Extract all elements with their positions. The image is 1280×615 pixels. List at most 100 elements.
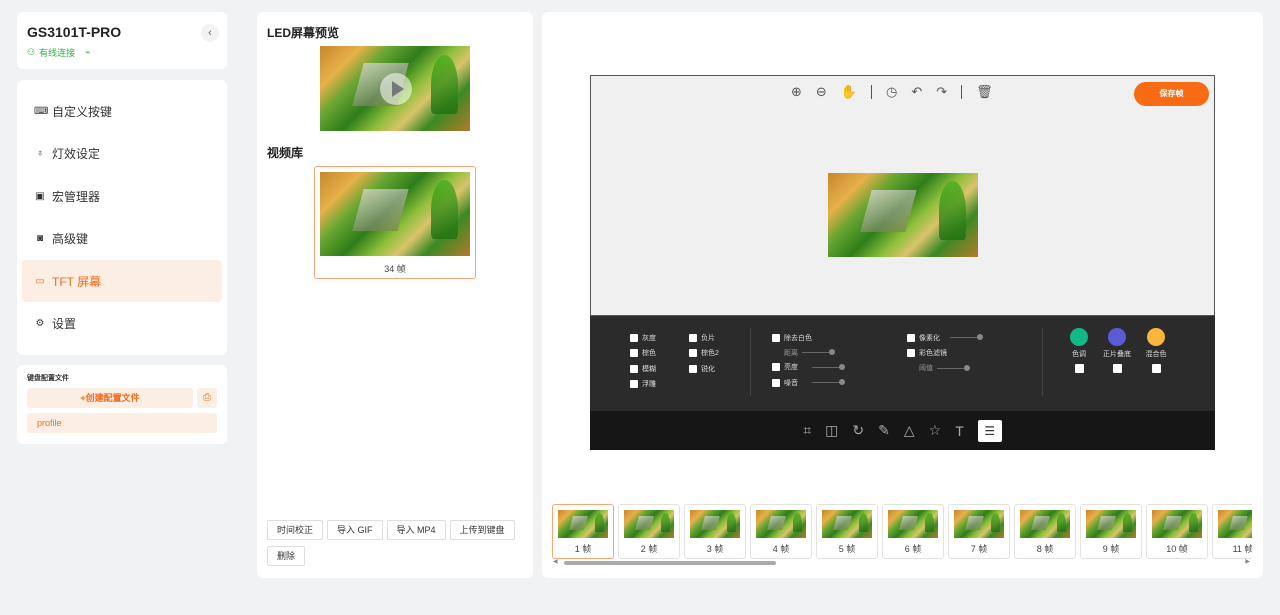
frame-item[interactable]: 1 帧	[552, 504, 614, 559]
zoom-out-icon[interactable]: ⊖	[816, 84, 827, 100]
led-preview-title: LED屏幕预览	[267, 26, 340, 40]
filter-brightness[interactable]: 亮度	[772, 360, 845, 376]
pen-icon[interactable]: ✎	[878, 422, 890, 439]
import-mp4-button[interactable]: 导入 MP4	[386, 520, 446, 540]
filter-sepia[interactable]: 棕色	[630, 346, 656, 362]
play-icon[interactable]	[380, 73, 412, 105]
distance-slider[interactable]: 距离	[772, 346, 842, 360]
sidebar-item-tft-screen[interactable]: ▭ TFT 屏幕	[22, 260, 222, 302]
filter-panel: 灰度 棕色 模糊 浮雕 负片 棕色2 锐化 除去白色 距离 亮度 噪音 像素化 …	[590, 316, 1215, 411]
trash-icon[interactable]: 🗑	[976, 84, 993, 100]
sidebar-item-lighting[interactable]: ♁ 灯效设定	[22, 133, 222, 175]
video-library-item[interactable]: 34 帧	[314, 166, 476, 279]
filter-grayscale[interactable]: 灰度	[630, 330, 656, 346]
canvas-image[interactable]	[828, 173, 978, 257]
profiles-title: 键盘配置文件	[27, 375, 69, 382]
hand-icon[interactable]: ✋	[841, 84, 857, 100]
frame-item[interactable]: 9 帧	[1080, 504, 1142, 559]
star-icon[interactable]: ☆	[929, 422, 942, 439]
filter-column-2: 负片 棕色2 锐化	[689, 330, 719, 377]
undo-icon[interactable]: ↶	[911, 84, 922, 100]
collapse-sidebar-button[interactable]: ‹	[201, 24, 219, 42]
filter-divider	[750, 328, 751, 396]
sidebar-item-advanced-keys[interactable]: ◙ 高级键	[22, 218, 222, 260]
tint-color-swatch[interactable]	[1070, 328, 1088, 346]
sidebar-item-macro[interactable]: ▣ 宏管理器	[22, 175, 222, 217]
mix-checkbox[interactable]	[1151, 364, 1161, 373]
filter-blur[interactable]: 模糊	[630, 361, 656, 377]
video-thumbnail	[320, 172, 470, 256]
toolbar-divider	[961, 85, 963, 99]
zoom-in-icon[interactable]: ⊕	[791, 84, 802, 100]
import-profile-icon[interactable]: ⎙	[197, 388, 217, 408]
blend-multiply[interactable]: 正片叠底	[1102, 328, 1132, 373]
macro-icon: ▣	[35, 190, 45, 202]
mix-color-swatch[interactable]	[1147, 328, 1165, 346]
time-sync-button[interactable]: 时间校正	[267, 520, 324, 540]
frame-item[interactable]: 7 帧	[948, 504, 1010, 559]
advanced-key-icon: ◙	[36, 233, 44, 244]
scroll-left-icon[interactable]: ◀	[553, 558, 558, 565]
frame-item[interactable]: 2 帧	[618, 504, 680, 559]
gear-icon: ⚙	[35, 318, 45, 329]
frame-item[interactable]: 6 帧	[882, 504, 944, 559]
profiles-panel: 键盘配置文件 +创建配置文件 ⎙ profile	[17, 365, 227, 444]
filter-column-4: 像素化 彩色滤镜 阈值	[907, 330, 983, 375]
flip-icon[interactable]: ◫	[825, 422, 838, 439]
filter-adjust-icon[interactable]: ☰	[977, 419, 1002, 442]
multiply-color-swatch[interactable]	[1108, 328, 1126, 346]
filter-pixelate[interactable]: 像素化	[907, 330, 983, 346]
frame-item[interactable]: 10 帧	[1146, 504, 1208, 559]
upload-to-keyboard-button[interactable]: 上传到键盘	[449, 520, 515, 540]
led-preview-image[interactable]	[320, 46, 470, 131]
scroll-thumb[interactable]	[564, 561, 776, 565]
filter-remove-white[interactable]: 除去白色	[772, 330, 842, 346]
sidebar-item-custom-keys[interactable]: ⌨ 自定义按键	[22, 90, 222, 132]
profile-item[interactable]: profile	[27, 413, 217, 433]
sidebar-item-label: 自定义按键	[52, 104, 113, 119]
delete-button[interactable]: 删除	[267, 546, 306, 566]
frame-strip-scrollbar[interactable]: ◀ ▶	[552, 558, 1252, 566]
multiply-checkbox[interactable]	[1112, 364, 1122, 373]
device-name: GS3101T-PRO	[27, 24, 122, 40]
filter-emboss[interactable]: 浮雕	[630, 377, 656, 393]
tint-checkbox[interactable]	[1074, 364, 1084, 373]
import-gif-button[interactable]: 导入 GIF	[327, 520, 383, 540]
text-icon[interactable]: T	[955, 423, 964, 439]
keyboard-icon: ⌨	[34, 105, 49, 117]
filter-invert[interactable]: 负片	[689, 330, 719, 346]
frame-item[interactable]: 8 帧	[1014, 504, 1076, 559]
frame-item[interactable]: 3 帧	[684, 504, 746, 559]
history-icon[interactable]: ◷	[886, 84, 897, 100]
canvas-toolbar: ⊕ ⊖ ✋ ◷ ↶ ↷ 🗑	[791, 84, 993, 100]
shapes-icon[interactable]: △	[904, 422, 915, 439]
filter-column-3: 除去白色 距离 亮度 噪音	[772, 330, 845, 391]
filter-sepia2[interactable]: 棕色2	[689, 346, 719, 362]
frame-item[interactable]: 4 帧	[750, 504, 812, 559]
blend-tint[interactable]: 色调	[1064, 328, 1094, 373]
filter-color-filter[interactable]: 彩色滤镜	[907, 346, 980, 362]
sidebar-nav: ⌨ 自定义按键 ♁ 灯效设定 ▣ 宏管理器 ◙ 高级键 ▭ TFT 屏幕 ⚙ 设…	[17, 80, 227, 355]
device-card: GS3101T-PRO ‹ ⚇ 有线连接 ⌁	[17, 12, 227, 69]
create-profile-button[interactable]: +创建配置文件	[27, 388, 193, 408]
editor-canvas[interactable]: ⊕ ⊖ ✋ ◷ ↶ ↷ 🗑 保存帧	[590, 75, 1215, 316]
frame-item[interactable]: 11 帧	[1212, 504, 1252, 559]
video-library-title: 视频库	[267, 146, 304, 160]
redo-icon[interactable]: ↷	[936, 84, 947, 100]
save-frame-button[interactable]: 保存帧	[1134, 82, 1209, 106]
bulb-icon: ♁	[36, 148, 44, 159]
filter-noise[interactable]: 噪音	[772, 375, 845, 391]
monitor-icon: ▭	[35, 275, 45, 287]
filter-sharpen[interactable]: 锐化	[689, 361, 719, 377]
threshold-slider[interactable]: 阈值	[907, 361, 980, 375]
scroll-right-icon[interactable]: ▶	[1245, 558, 1250, 565]
sidebar-item-settings[interactable]: ⚙ 设置	[22, 303, 222, 345]
sidebar-item-label: 设置	[52, 317, 77, 331]
blend-mix[interactable]: 混合色	[1141, 328, 1171, 373]
frame-strip: 1 帧 2 帧 3 帧 4 帧 5 帧 6 帧 7 帧 8 帧 9 帧 10 帧…	[552, 504, 1252, 559]
media-actions: 时间校正 导入 GIF 导入 MP4 上传到键盘 删除	[267, 520, 523, 566]
frame-item[interactable]: 5 帧	[816, 504, 878, 559]
sidebar-item-label: 宏管理器	[52, 189, 101, 204]
rotate-icon[interactable]: ↻	[852, 422, 864, 439]
crop-icon[interactable]: ⌗	[803, 422, 811, 439]
